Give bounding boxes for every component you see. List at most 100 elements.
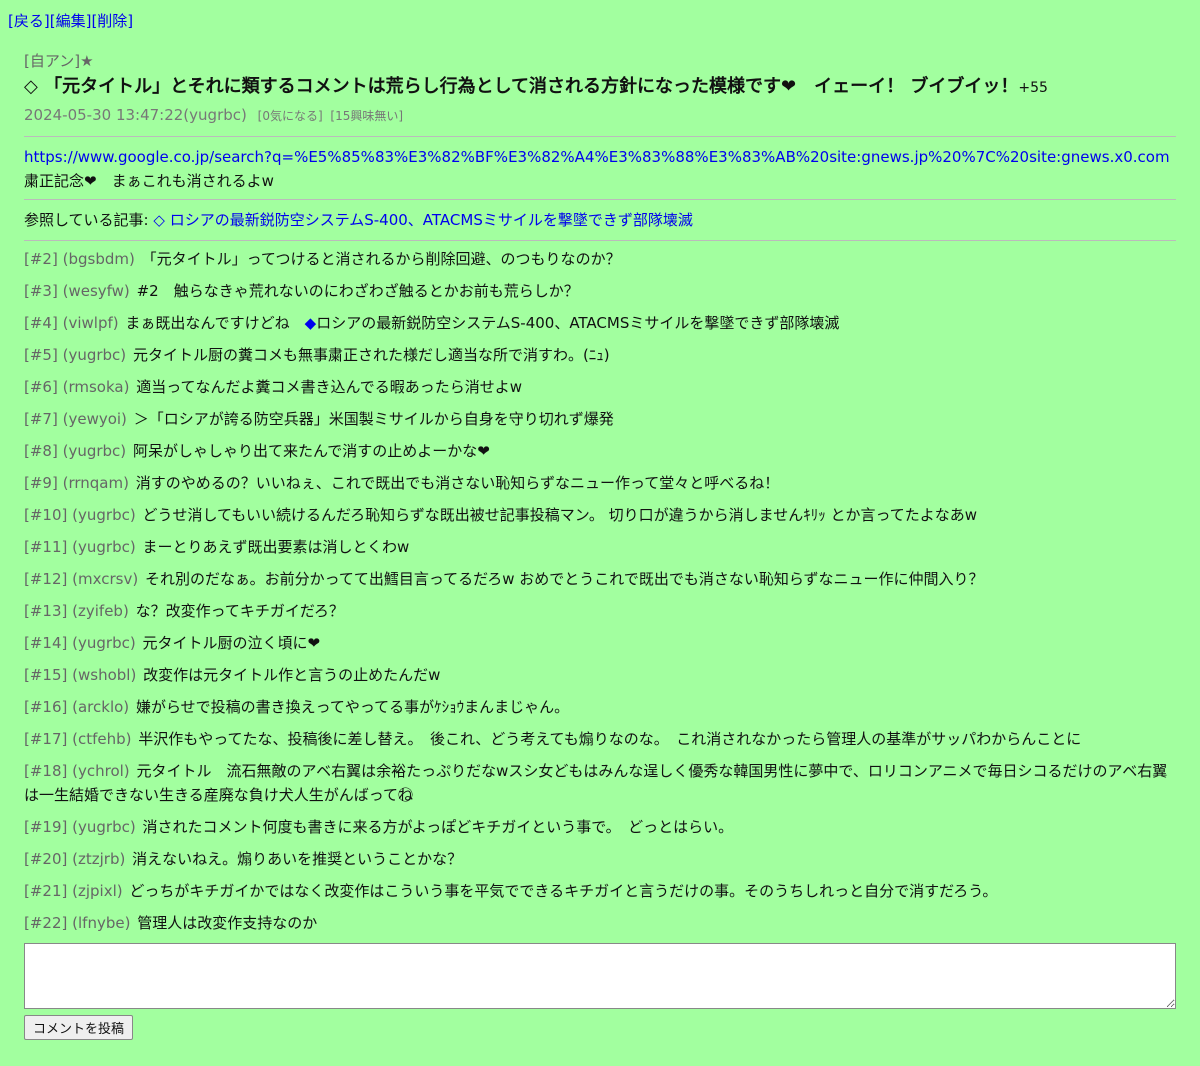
comment-user-id: (zjpixl) — [72, 882, 123, 900]
comment-text: 管理人は改変作支持なのか — [137, 914, 318, 932]
comment-item: [#18] (ychrol) 元タイトル 流石無敵のアベ右翼は余裕たっぷりだなw… — [24, 759, 1176, 807]
comment-list: [#2] (bgsbdm) 「元タイトル」ってつけると消されるから削除回避、のつ… — [24, 241, 1176, 935]
comment-text: 改変作は元タイトル作と言うの止めたんだw — [143, 666, 441, 684]
comment-number[interactable]: [#21] — [24, 882, 67, 900]
comment-item: [#22] (lfnybe) 管理人は改変作支持なのか — [24, 911, 1176, 935]
post-title-text: ◇ 「元タイトル」とそれに類するコメントは荒らし行為として消される方針になった模… — [24, 76, 1019, 97]
comment-number[interactable]: [#18] — [24, 762, 67, 780]
comment-number[interactable]: [#6] — [24, 378, 58, 396]
back-link[interactable]: [戻る] — [8, 12, 50, 30]
comment-item: [#9] (rrnqam) 消すのやめるの？いいねぇ、これで既出でも消さない恥知… — [24, 471, 1176, 495]
comment-text: 「元タイトル」ってつけると消されるから削除回避、のつもりなのか？ — [141, 250, 621, 268]
comment-user-id: (viwlpf) — [62, 314, 119, 332]
comment-item: [#20] (ztzjrb) 消えないねえ。煽りあいを推奨ということかな？ — [24, 847, 1176, 871]
comment-number[interactable]: [#9] — [24, 474, 58, 492]
comment-user-id: (yugrbc) — [62, 346, 127, 364]
comment-item: [#21] (zjpixl) どっちがキチガイかではなく改変作はこういう事を平気… — [24, 879, 1176, 903]
referenced-article-link[interactable]: ◇ ロシアの最新鋭防空システムS-400、ATACMSミサイルを撃墜できず部隊壊… — [153, 211, 692, 229]
comment-user-id: (arcklo) — [72, 698, 130, 716]
edit-link[interactable]: [編集] — [50, 12, 92, 30]
comment-text: 適当ってなんだよ糞コメ書き込んでる暇あったら消せよw — [136, 378, 522, 396]
comment-text: 元タイトル厨の糞コメも無事粛正された様だし適当な所で消すわ。(ﾆｭ) — [132, 346, 610, 364]
comment-user-id: (rmsoka) — [62, 378, 130, 396]
comment-user-id: (lfnybe) — [72, 914, 131, 932]
comment-item: [#17] (ctfehb) 半沢作もやってたな、投稿後に差し替え。 後これ、ど… — [24, 727, 1176, 751]
comment-text: どうせ消してもいい続けるんだろ恥知らずな既出被せ記事投稿マン。 切り口が違うから… — [142, 506, 977, 524]
comment-text: 消すのやめるの？いいねぇ、これで既出でも消さない恥知らずなニュー作って堂々と呼べ… — [135, 474, 780, 492]
comment-user-id: (ychrol) — [72, 762, 130, 780]
comment-input[interactable] — [24, 943, 1176, 1009]
comment-text: な？改変作ってキチガイだろ？ — [135, 602, 344, 620]
comment-text: まーとりあえず既出要素は消しとくわw — [142, 538, 410, 556]
not-interested-button[interactable]: [15興味無い] — [330, 109, 403, 123]
comment-number[interactable]: [#22] — [24, 914, 67, 932]
comment-text: 半沢作もやってたな、投稿後に差し替え。 後これ、どう考えても煽りなのな。 これ消… — [138, 730, 1082, 748]
comment-user-id: (wshobl) — [72, 666, 137, 684]
comment-number[interactable]: [#7] — [24, 410, 58, 428]
comment-text: 嫌がらせで投稿の書き換えってやってる事がｹｼｮｳまんまじゃん。 — [135, 698, 570, 716]
referenced-article: 参照している記事: ◇ ロシアの最新鋭防空システムS-400、ATACMSミサイ… — [24, 200, 1176, 240]
concerned-button[interactable]: [0気になる] — [258, 109, 323, 123]
comment-number[interactable]: [#20] — [24, 850, 67, 868]
comment-user-id: (ctfehb) — [72, 730, 132, 748]
comment-item: [#10] (yugrbc) どうせ消してもいい続けるんだろ恥知らずな既出被せ記… — [24, 503, 1176, 527]
comment-number[interactable]: [#3] — [24, 282, 58, 300]
comment-user-id: (yugrbc) — [62, 442, 127, 460]
comment-text: どっちがキチガイかではなく改変作はこういう事を平気でできるキチガイと言うだけの事… — [129, 882, 998, 900]
comment-text: まぁ既出なんですけどね — [125, 314, 305, 332]
comment-number[interactable]: [#12] — [24, 570, 67, 588]
comment-number[interactable]: [#14] — [24, 634, 67, 652]
comment-user-id: (yugrbc) — [72, 538, 136, 556]
comment-item: [#6] (rmsoka) 適当ってなんだよ糞コメ書き込んでる暇あったら消せよw — [24, 375, 1176, 399]
comment-user-id: (yewyoi) — [62, 410, 127, 428]
comment-item: [#12] (mxcrsv) それ別のだなぁ。お前分かってて出鱈目言ってるだろw… — [24, 567, 1176, 591]
comment-item: [#7] (yewyoi) ＞「ロシアが誇る防空兵器」米国製ミサイルから自身を守… — [24, 407, 1176, 431]
comment-number[interactable]: [#19] — [24, 818, 67, 836]
comment-number[interactable]: [#10] — [24, 506, 67, 524]
comment-user-id: (ztzjrb) — [72, 850, 126, 868]
refer-label: 参照している記事: — [24, 211, 149, 229]
post-date: 2024-05-30 13:47:22(yugrbc) — [24, 106, 247, 124]
comment-item: [#14] (yugrbc) 元タイトル厨の泣く頃に❤ — [24, 631, 1176, 655]
comment-item: [#15] (wshobl) 改変作は元タイトル作と言うの止めたんだw — [24, 663, 1176, 687]
post-url-link[interactable]: https://www.google.co.jp/search?q=%E5%85… — [24, 148, 1170, 166]
comment-text: 阿呆がしゃしゃり出て来たんで消すの止めよーかな❤ — [132, 442, 490, 460]
comment-text: 消されたコメント何度も書きに来る方がよっぽどキチガイという事で。 どっとはらい。 — [142, 818, 734, 836]
post-body: https://www.google.co.jp/search?q=%E5%85… — [24, 137, 1176, 199]
comment-item: [#16] (arcklo) 嫌がらせで投稿の書き換えってやってる事がｹｼｮｳま… — [24, 695, 1176, 719]
comment-user-id: (yugrbc) — [72, 818, 136, 836]
comment-number[interactable]: [#4] — [24, 314, 58, 332]
delete-link[interactable]: [削除] — [91, 12, 133, 30]
comment-item: [#5] (yugrbc) 元タイトル厨の糞コメも無事粛正された様だし適当な所で… — [24, 343, 1176, 367]
comment-number[interactable]: [#17] — [24, 730, 67, 748]
comment-item: [#3] (wesyfw) #2 触らなきゃ荒れないのにわざわざ触るとかお前も荒… — [24, 279, 1176, 303]
comment-text: それ別のだなぁ。お前分かってて出鱈目言ってるだろw おめでとうこれで既出でも消さ… — [144, 570, 984, 588]
comment-number[interactable]: [#2] — [24, 250, 58, 268]
comment-number[interactable]: [#15] — [24, 666, 67, 684]
post-body-text: 粛正記念❤ まぁこれも消されるよw — [24, 172, 274, 190]
diamond-icon: ◆ — [304, 314, 317, 332]
comment-number[interactable]: [#5] — [24, 346, 58, 364]
comment-number[interactable]: [#8] — [24, 442, 58, 460]
comment-item: [#2] (bgsbdm) 「元タイトル」ってつけると消されるから削除回避、のつ… — [24, 247, 1176, 271]
comment-user-id: (yugrbc) — [72, 634, 136, 652]
comment-number[interactable]: [#16] — [24, 698, 67, 716]
comment-user-id: (wesyfw) — [62, 282, 130, 300]
article-container: [自アン]★ ◇ 「元タイトル」とそれに類するコメントは荒らし行為として消される… — [24, 50, 1176, 1040]
comment-text: 消えないねえ。煽りあいを推奨ということかな？ — [132, 850, 463, 868]
post-title: ◇ 「元タイトル」とそれに類するコメントは荒らし行為として消される方針になった模… — [24, 72, 1176, 103]
post-comment-button[interactable]: コメントを投稿 — [24, 1015, 134, 1040]
comment-user-id: (mxcrsv) — [72, 570, 139, 588]
comment-number[interactable]: [#13] — [24, 602, 67, 620]
comment-item: [#11] (yugrbc) まーとりあえず既出要素は消しとくわw — [24, 535, 1176, 559]
comment-text: ＞「ロシアが誇る防空兵器」米国製ミサイルから自身を守り切れず爆発 — [133, 410, 614, 428]
comment-user-id: (zyifeb) — [72, 602, 129, 620]
comment-text: 元タイトル厨の泣く頃に❤ — [142, 634, 321, 652]
comment-user-id: (rrnqam) — [62, 474, 129, 492]
comment-user-id: (yugrbc) — [72, 506, 136, 524]
comment-number[interactable]: [#11] — [24, 538, 67, 556]
post-meta: 2024-05-30 13:47:22(yugrbc) [0気になる] [15興… — [24, 103, 1176, 128]
comment-text: 元タイトル 流石無敵のアベ右翼は余裕たっぷりだなwスシ女どもはみんな逞しく優秀な… — [24, 762, 1168, 804]
comment-item: [#13] (zyifeb) な？改変作ってキチガイだろ？ — [24, 599, 1176, 623]
comment-text: #2 触らなきゃ荒れないのにわざわざ触るとかお前も荒らしか？ — [136, 282, 579, 300]
